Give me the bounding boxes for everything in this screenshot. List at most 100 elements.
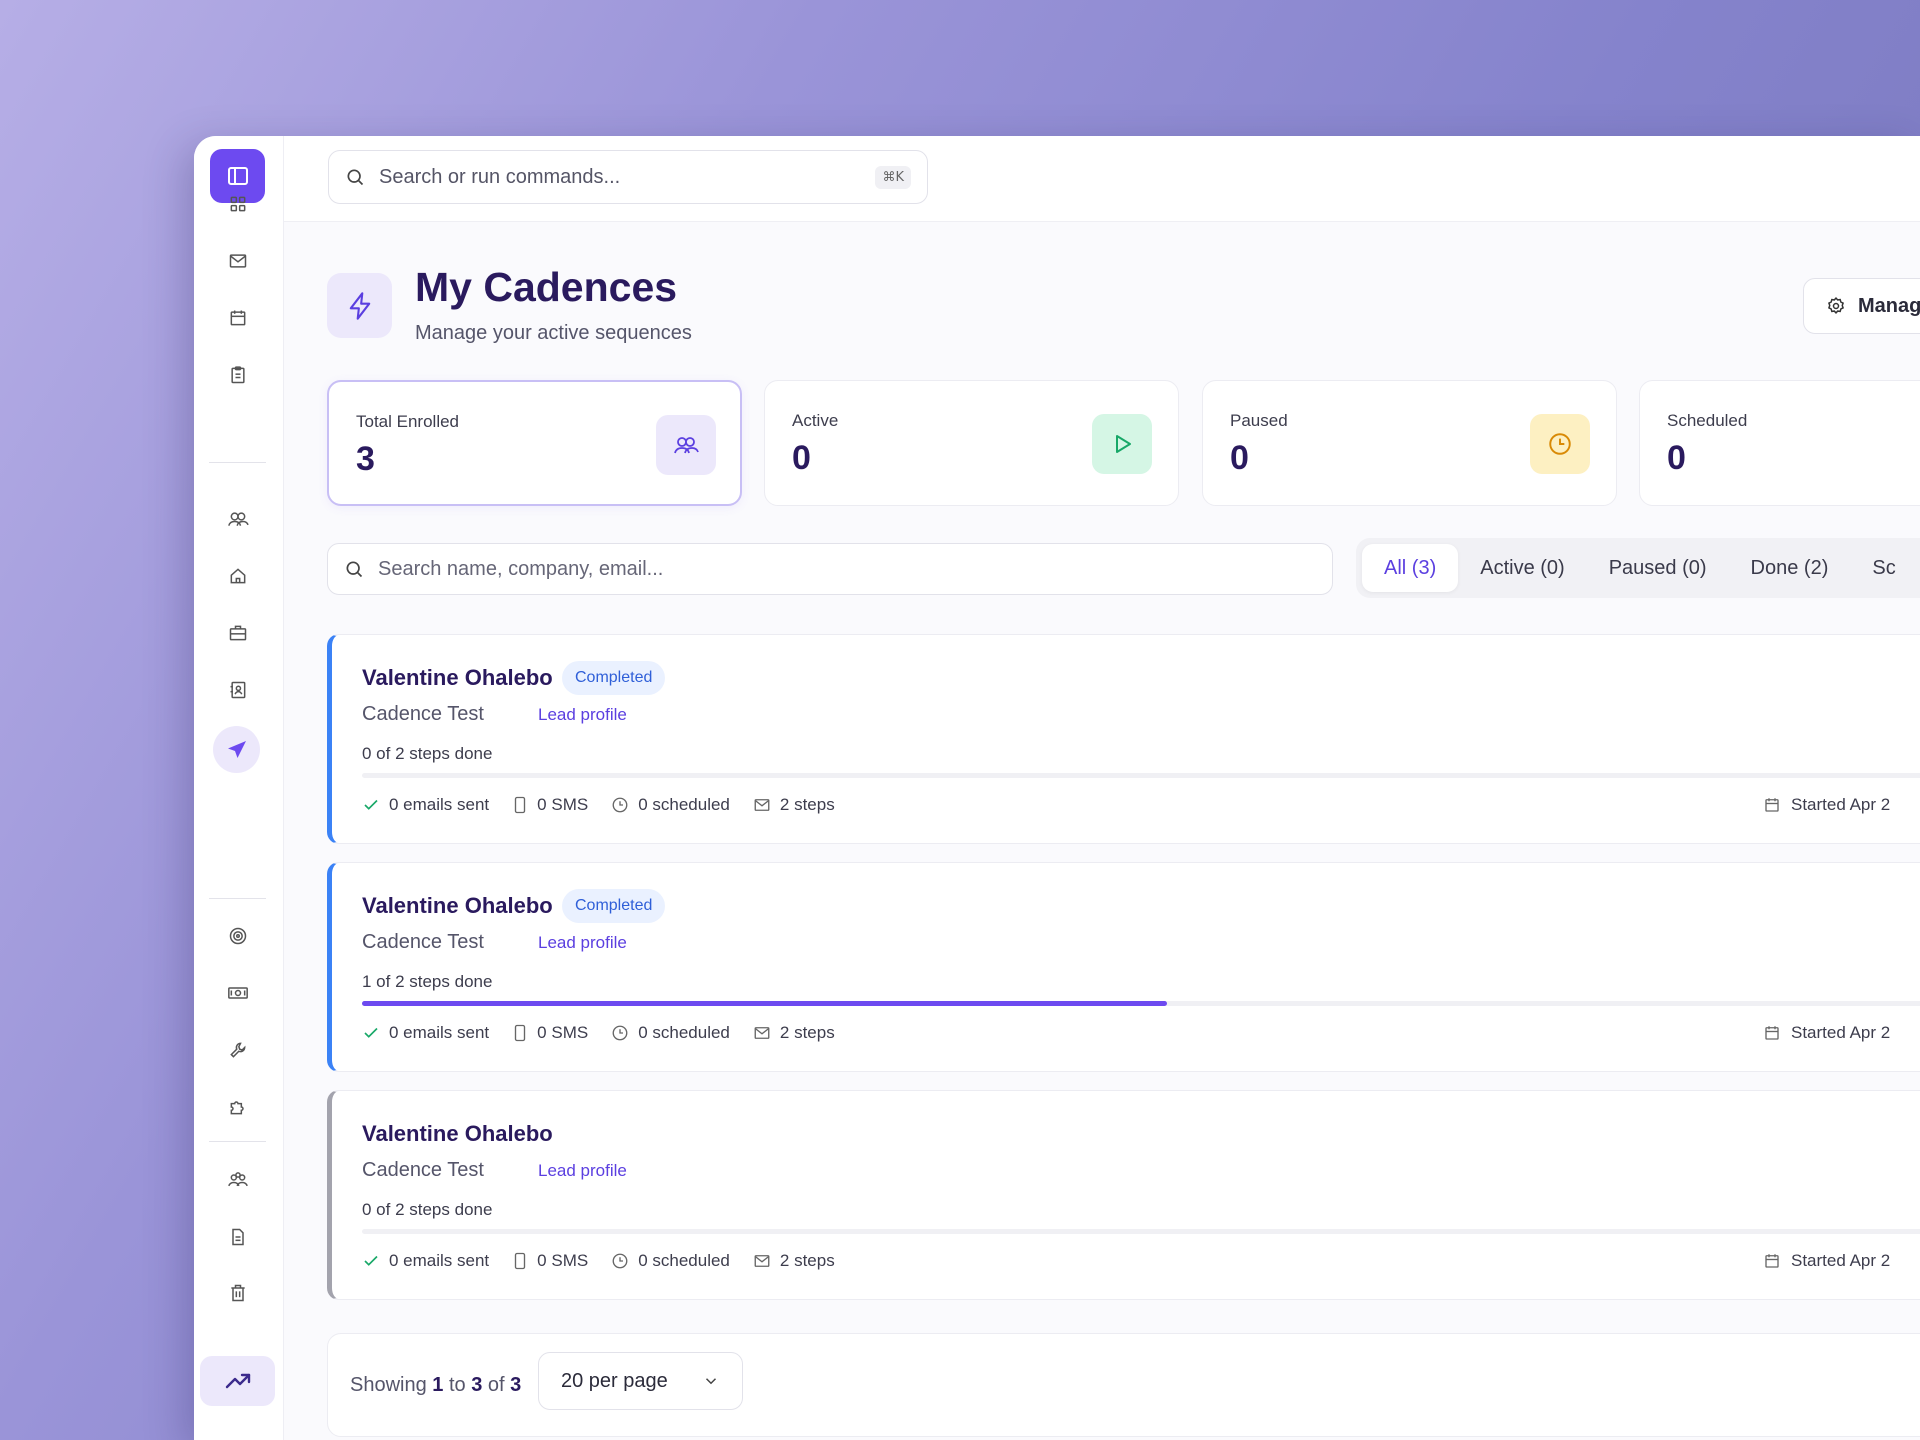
pagination-showing-label: Showing — [350, 1374, 427, 1396]
sms-count: 0 SMS — [537, 1251, 589, 1270]
wrench-icon — [230, 1042, 246, 1058]
sidebar-item-calendar[interactable] — [218, 298, 258, 338]
lightning-icon — [349, 291, 370, 320]
emails-sent: 0 emails sent — [389, 1251, 490, 1270]
grid-icon — [230, 196, 246, 212]
manage-button-label: Manag — [1858, 294, 1920, 317]
steps-progress-text: 0 of 2 steps done — [362, 744, 493, 763]
pagination-to: 3 — [471, 1374, 483, 1396]
contact-book-icon — [230, 681, 246, 699]
status-badge: Completed — [562, 889, 666, 923]
stat-label: Scheduled — [1667, 411, 1748, 430]
cadence-meta: 0 emails sent 0 SMS 0 scheduled 2 steps — [362, 1251, 858, 1271]
sidebar-item-cadences[interactable] — [213, 726, 260, 773]
sidebar-item-deals[interactable] — [218, 613, 258, 653]
stat-card-scheduled[interactable]: Scheduled 0 — [1639, 380, 1920, 506]
started-date: Started Apr 2 — [1763, 795, 1890, 815]
stat-label: Total Enrolled — [356, 412, 460, 431]
stat-icon-box — [1092, 414, 1152, 474]
stat-value: 0 — [792, 439, 811, 477]
progress-bar — [362, 773, 1920, 778]
sidebar-item-leads[interactable] — [218, 499, 258, 539]
lead-profile-link[interactable]: Lead profile — [538, 705, 627, 725]
sidebar-item-contacts[interactable] — [218, 670, 258, 710]
phone-icon — [514, 1252, 526, 1270]
manage-button[interactable]: Manag — [1803, 278, 1920, 334]
started-date-text: Started Apr 2 — [1791, 1251, 1891, 1270]
scheduled-count: 0 scheduled — [638, 1023, 730, 1042]
sidebar-item-tasks[interactable] — [218, 355, 258, 395]
calendar-icon — [1765, 798, 1779, 812]
started-date-text: Started Apr 2 — [1791, 795, 1891, 814]
check-icon — [364, 1255, 378, 1266]
filter-tab-active[interactable]: Active (0) — [1458, 544, 1586, 592]
sidebar-item-dashboard[interactable] — [218, 184, 258, 224]
sidebar-item-goals[interactable] — [218, 916, 258, 956]
search-icon — [347, 169, 364, 186]
clock-icon — [612, 1025, 628, 1041]
trash-icon — [231, 1284, 245, 1302]
sidebar-item-team[interactable] — [218, 1160, 258, 1200]
send-icon — [227, 740, 246, 758]
filter-tab-scheduled[interactable]: Sc — [1850, 544, 1917, 592]
steps-progress-text: 0 of 2 steps done — [362, 1200, 493, 1219]
phone-icon — [514, 796, 526, 814]
sms-count: 0 SMS — [537, 795, 589, 814]
pagination-to-label: to — [448, 1374, 466, 1396]
mail-icon — [754, 1027, 770, 1039]
filter-tab-done[interactable]: Done (2) — [1729, 544, 1851, 592]
sidebar-item-tools[interactable] — [218, 1030, 258, 1070]
stat-card-active[interactable]: Active 0 — [764, 380, 1179, 506]
cadence-card[interactable]: Valentine Ohalebo Completed Cadence Test… — [327, 862, 1920, 1072]
steps-count: 2 steps — [779, 795, 835, 814]
cadence-meta: 0 emails sent 0 SMS 0 scheduled 2 steps — [362, 795, 858, 815]
lead-profile-link[interactable]: Lead profile — [538, 1161, 627, 1181]
sidebar-item-integrations[interactable] — [218, 1087, 258, 1127]
clock-icon — [612, 797, 628, 813]
sidebar-item-inbox[interactable] — [218, 241, 258, 281]
stat-value: 3 — [356, 440, 375, 478]
app-window: Search or run commands... ⌘K My Cadences… — [194, 136, 1920, 1440]
play-icon — [1116, 435, 1131, 453]
pagination-from: 1 — [432, 1374, 444, 1396]
lead-name[interactable]: Valentine Ohalebo — [362, 1121, 553, 1147]
emails-sent: 0 emails sent — [389, 795, 490, 814]
lead-name[interactable]: Valentine Ohalebo — [362, 893, 553, 919]
page-title: My Cadences — [415, 264, 678, 310]
cadence-search-input[interactable]: Search name, company, email... — [327, 543, 1333, 595]
chevron-down-icon — [705, 1378, 717, 1385]
scheduled-count: 0 scheduled — [638, 795, 730, 814]
team-icon — [228, 1172, 248, 1187]
search-icon — [346, 561, 363, 578]
stat-card-paused[interactable]: Paused 0 — [1202, 380, 1617, 506]
per-page-value: 20 per page — [561, 1369, 668, 1392]
status-badge: Completed — [562, 661, 666, 695]
sidebar-item-analytics[interactable] — [200, 1356, 275, 1406]
clipboard-icon — [231, 366, 245, 384]
trending-up-icon — [225, 1373, 250, 1389]
scheduled-count: 0 scheduled — [638, 1251, 730, 1270]
cadence-name: Cadence Test — [362, 931, 484, 953]
sidebar-item-documents[interactable] — [218, 1217, 258, 1257]
pagination-total: 3 — [510, 1374, 522, 1396]
status-filter-tabs: All (3) Active (0) Paused (0) Done (2) S… — [1356, 538, 1920, 598]
pagination-bar: Showing 1 to 3 of 3 20 per page — [327, 1333, 1920, 1437]
cadence-card[interactable]: Valentine Ohalebo Completed Cadence Test… — [327, 634, 1920, 844]
clock-icon — [612, 1253, 628, 1269]
home-icon — [230, 568, 246, 584]
lead-profile-link[interactable]: Lead profile — [538, 933, 627, 953]
sidebar-item-home[interactable] — [218, 556, 258, 596]
stat-label: Paused — [1230, 411, 1288, 430]
stat-value: 0 — [1667, 439, 1686, 477]
per-page-select[interactable]: 20 per page — [538, 1352, 743, 1410]
clock-icon — [1549, 433, 1571, 455]
sidebar-item-billing[interactable] — [218, 973, 258, 1013]
filter-tab-all[interactable]: All (3) — [1362, 544, 1459, 592]
command-search-input[interactable]: Search or run commands... ⌘K — [328, 150, 928, 204]
stat-card-total-enrolled[interactable]: Total Enrolled 3 — [327, 380, 742, 506]
check-icon — [364, 1027, 378, 1038]
cadence-card[interactable]: Valentine Ohalebo Cadence Test Lead prof… — [327, 1090, 1920, 1300]
lead-name[interactable]: Valentine Ohalebo — [362, 665, 553, 691]
filter-tab-paused[interactable]: Paused (0) — [1587, 544, 1729, 592]
sidebar-item-trash[interactable] — [218, 1273, 258, 1313]
